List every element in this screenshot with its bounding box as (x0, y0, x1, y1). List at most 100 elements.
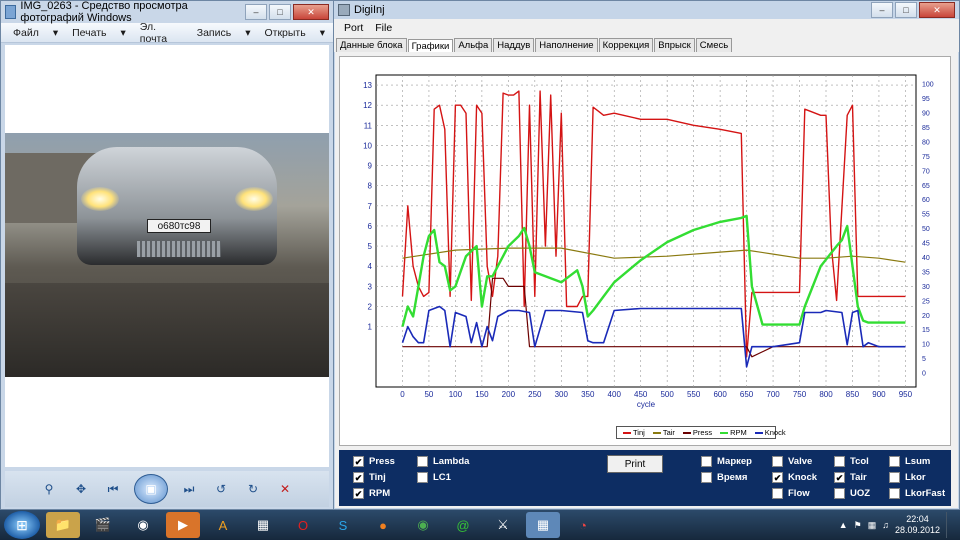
tab-alpha[interactable]: Альфа (454, 38, 493, 52)
checkbox-valve-box[interactable] (772, 456, 783, 467)
checkbox-press-box[interactable]: ✔ (353, 456, 364, 467)
tab-injection[interactable]: Впрыск (654, 38, 695, 52)
print-button[interactable]: Print (607, 455, 663, 473)
checkbox-lsum-box[interactable] (889, 456, 900, 467)
photo-viewer-menubar: Файл ▾ Печать ▾ Эл. почта Запись ▾ Открыть ▾ (1, 21, 333, 45)
checkbox-tair[interactable]: ✔ Tair (834, 472, 867, 483)
explorer-icon[interactable]: 📁 (46, 512, 80, 538)
photo-viewer-title: IMG_0263 - Средство просмотра фотографий… (20, 0, 188, 24)
checkbox-time[interactable]: Время (701, 472, 747, 483)
photo-viewer-task-icon[interactable]: ▦ (526, 512, 560, 538)
checkbox-uoz[interactable]: UOZ (834, 488, 870, 499)
checkbox-lc1[interactable]: LC1 (417, 472, 451, 483)
checkbox-tinj[interactable]: ✔ Tinj (353, 472, 386, 483)
checkbox-tcol[interactable]: Tcol (834, 456, 869, 467)
next-icon[interactable]: ⏭ (178, 480, 200, 498)
tab-boost[interactable]: Наддув (493, 38, 535, 52)
game-icon[interactable]: ⚔ (486, 512, 520, 538)
slideshow-icon[interactable]: ▣ (134, 474, 168, 504)
chrome-icon[interactable]: ◉ (406, 512, 440, 538)
photo-viewer-app-icon (5, 5, 17, 19)
opera-icon[interactable]: O (286, 512, 320, 538)
digiinj-task-icon[interactable]: ◔ (566, 512, 600, 538)
network-tray-icon[interactable]: ▦ (868, 520, 877, 531)
volume-icon[interactable]: ♫ (882, 520, 889, 530)
checkbox-lkorfast[interactable]: LkorFast (889, 488, 945, 499)
mail-agent-icon[interactable]: @ (446, 512, 480, 538)
tab-correction[interactable]: Коррекция (598, 38, 654, 52)
tab-mixture[interactable]: Смесь (695, 38, 733, 52)
checkbox-knock-box[interactable]: ✔ (772, 472, 783, 483)
minimize-button[interactable]: – (871, 2, 893, 18)
x-tick-label: 750 (793, 390, 807, 399)
previous-icon[interactable]: ⏮ (102, 480, 124, 498)
checkbox-lkorfast-box[interactable] (889, 488, 900, 499)
y-tick-label-right: 40 (922, 255, 930, 262)
checkbox-tcol-box[interactable] (834, 456, 845, 467)
menu-burn[interactable]: Запись (191, 27, 239, 39)
webcam-icon[interactable]: ◉ (126, 512, 160, 538)
menu-file[interactable]: File (369, 22, 398, 34)
maximize-button[interactable]: □ (895, 2, 917, 18)
checkbox-lc1-label: LC1 (433, 472, 451, 483)
rotate-left-icon[interactable]: ↺ (210, 480, 232, 498)
minimize-button[interactable]: – (245, 4, 267, 20)
tray-up-arrow-icon[interactable]: ▲ (839, 520, 848, 530)
clock[interactable]: 22:04 28.09.2012 (895, 514, 940, 536)
checkbox-knock[interactable]: ✔ Knock (772, 472, 817, 483)
menu-email[interactable]: Эл. почта (134, 21, 191, 45)
x-tick-label: 300 (555, 390, 569, 399)
chevron-down-icon: ▾ (245, 26, 251, 39)
headlight-right (235, 187, 273, 211)
checkbox-flow-box[interactable] (772, 488, 783, 499)
checkbox-marker-box[interactable] (701, 456, 712, 467)
maximize-button[interactable]: □ (269, 4, 291, 20)
tab-filling[interactable]: Наполнение (535, 38, 598, 52)
menu-print[interactable]: Печать (66, 27, 114, 39)
tab-graphs[interactable]: Графики (407, 39, 454, 53)
clock-time: 22:04 (906, 514, 929, 524)
checkbox-flow[interactable]: Flow (772, 488, 810, 499)
y-tick-label-right: 90 (922, 111, 930, 118)
close-button[interactable]: ✕ (293, 4, 329, 20)
checkbox-tair-box[interactable]: ✔ (834, 472, 845, 483)
skype-icon[interactable]: S (326, 512, 360, 538)
checkbox-marker[interactable]: Маркер (701, 456, 752, 467)
checkbox-lambda[interactable]: Lambda (417, 456, 469, 467)
firefox-icon[interactable]: ● (366, 512, 400, 538)
network-icon[interactable]: ▦ (246, 512, 280, 538)
digiinj-titlebar[interactable]: DigiInj – □ ✕ (334, 1, 959, 19)
start-button[interactable]: ⊞ (4, 511, 40, 539)
app-a-icon[interactable]: A (206, 512, 240, 538)
checkbox-valve[interactable]: Valve (772, 456, 812, 467)
menu-file[interactable]: Файл (7, 27, 47, 39)
checkbox-lc1-box[interactable] (417, 472, 428, 483)
checkbox-lkor-box[interactable] (889, 472, 900, 483)
checkbox-press[interactable]: ✔ Press (353, 456, 395, 467)
checkbox-tinj-box[interactable]: ✔ (353, 472, 364, 483)
flag-icon[interactable]: ⚑ (854, 520, 862, 531)
x-tick-label: 550 (687, 390, 701, 399)
zoom-icon[interactable]: ⚲ (38, 480, 60, 498)
menu-port[interactable]: Port (338, 22, 369, 34)
checkbox-uoz-box[interactable] (834, 488, 845, 499)
fit-icon[interactable]: ✥ (70, 480, 92, 498)
checkbox-lsum[interactable]: Lsum (889, 456, 930, 467)
intercooler-grill (137, 241, 221, 257)
checkbox-rpm[interactable]: ✔ RPM (353, 488, 390, 499)
checkbox-lkor[interactable]: Lkor (889, 472, 926, 483)
checkbox-rpm-box[interactable]: ✔ (353, 488, 364, 499)
channel-panel: ✔ Press ✔ Tinj ✔ RPM Lambda LC1 Print Марке… (339, 450, 951, 506)
x-tick-label: 600 (713, 390, 727, 399)
show-desktop-button[interactable] (946, 512, 956, 538)
tab-block-data[interactable]: Данные блока (336, 38, 407, 52)
rotate-right-icon[interactable]: ↻ (242, 480, 264, 498)
media-player-icon[interactable]: ▶ (166, 512, 200, 538)
checkbox-lambda-box[interactable] (417, 456, 428, 467)
close-button[interactable]: ✕ (919, 2, 955, 18)
checkbox-time-box[interactable] (701, 472, 712, 483)
media-center-icon[interactable]: 🎬 (86, 512, 120, 538)
digiinj-body: 0 50 100 150 200 250 300 350 400 450 500 550 600 650 7… (335, 52, 958, 508)
delete-icon[interactable]: ✕ (274, 480, 296, 498)
menu-open[interactable]: Открыть (258, 27, 313, 39)
